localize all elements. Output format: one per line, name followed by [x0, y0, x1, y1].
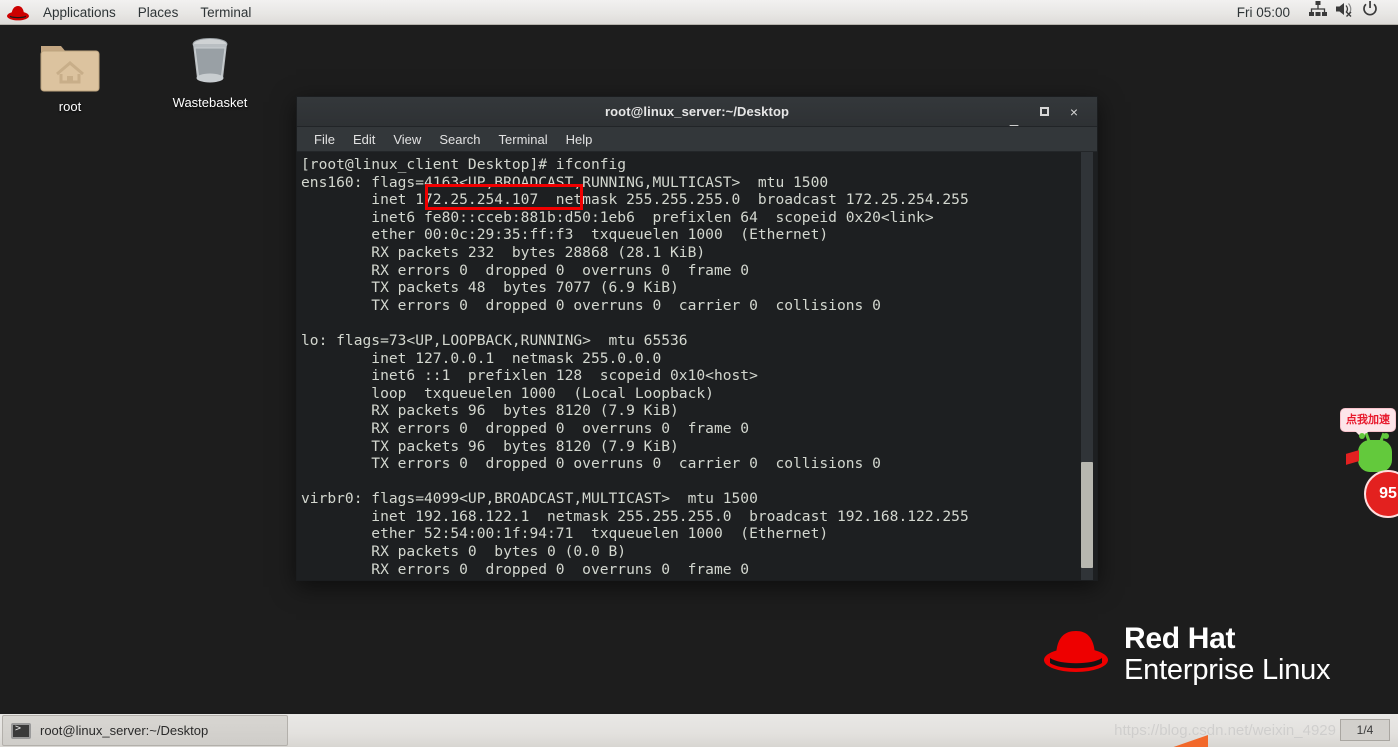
top-panel: Applications Places Terminal Fri 05:00 [0, 0, 1398, 25]
desktop-icon-wastebasket[interactable]: Wastebasket [162, 32, 258, 110]
menu-applications[interactable]: Applications [32, 0, 127, 25]
menu-places[interactable]: Places [127, 0, 190, 25]
home-folder-icon [22, 36, 118, 94]
floating-ad-widget[interactable]: 点我加速 95 [1340, 408, 1398, 520]
close-button[interactable]: × [1059, 97, 1089, 127]
taskbar: root@linux_server:~/Desktop https://blog… [0, 712, 1398, 747]
terminal-titlebar[interactable]: root@linux_server:~/Desktop _ × [297, 97, 1097, 127]
rhel-branding: Red Hat Enterprise Linux [1040, 622, 1331, 686]
terminal-output-area[interactable]: [root@linux_client Desktop]# ifconfig en… [297, 152, 1097, 580]
brand-line-1: Red Hat [1124, 622, 1236, 655]
menu-search[interactable]: Search [430, 127, 489, 152]
maximize-button[interactable] [1029, 97, 1059, 127]
desktop-icon-root[interactable]: root [22, 36, 118, 114]
menu-help[interactable]: Help [557, 127, 602, 152]
menu-file[interactable]: File [305, 127, 344, 152]
volume-muted-icon[interactable] [1334, 0, 1360, 25]
terminal-scrollbar-thumb[interactable] [1081, 462, 1093, 568]
window-title: root@linux_server:~/Desktop [604, 104, 790, 119]
trash-bin-icon [162, 32, 258, 90]
clock[interactable]: Fri 05:00 [1231, 5, 1308, 20]
ad-bubble-text[interactable]: 点我加速 [1340, 408, 1396, 438]
terminal-menubar: File Edit View Search Terminal Help [297, 127, 1097, 152]
menu-edit[interactable]: Edit [344, 127, 384, 152]
terminal-window[interactable]: root@linux_server:~/Desktop _ × File Edi… [296, 96, 1098, 581]
power-icon[interactable] [1360, 0, 1386, 25]
terminal-icon [11, 722, 31, 739]
taskbar-window-button[interactable]: root@linux_server:~/Desktop [2, 715, 288, 746]
green-mascot-icon [1358, 440, 1392, 472]
terminal-output-text: [root@linux_client Desktop]# ifconfig en… [301, 156, 969, 578]
redhat-hat-icon [1040, 626, 1112, 683]
workspace-switcher[interactable]: 1/4 [1340, 719, 1390, 741]
watermark-text: https://blog.csdn.net/weixin_4929 [1114, 722, 1336, 739]
menu-terminal[interactable]: Terminal [189, 0, 262, 25]
taskbar-window-label: root@linux_server:~/Desktop [40, 723, 209, 738]
brand-line-2: Enterprise Linux [1124, 654, 1331, 686]
menu-terminal[interactable]: Terminal [490, 127, 557, 152]
red-flag-icon [1346, 450, 1359, 465]
desktop-screen: Applications Places Terminal Fri 05:00 r… [0, 0, 1398, 747]
desktop-icon-label: root [58, 99, 82, 114]
ad-speed-badge[interactable]: 95 [1364, 470, 1398, 518]
menu-view[interactable]: View [384, 127, 430, 152]
maximize-icon [1039, 107, 1049, 116]
redhat-hat-icon[interactable] [6, 0, 32, 25]
desktop-icon-label: Wastebasket [172, 95, 248, 110]
minimize-button[interactable]: _ [999, 97, 1029, 127]
network-icon[interactable] [1308, 0, 1334, 25]
